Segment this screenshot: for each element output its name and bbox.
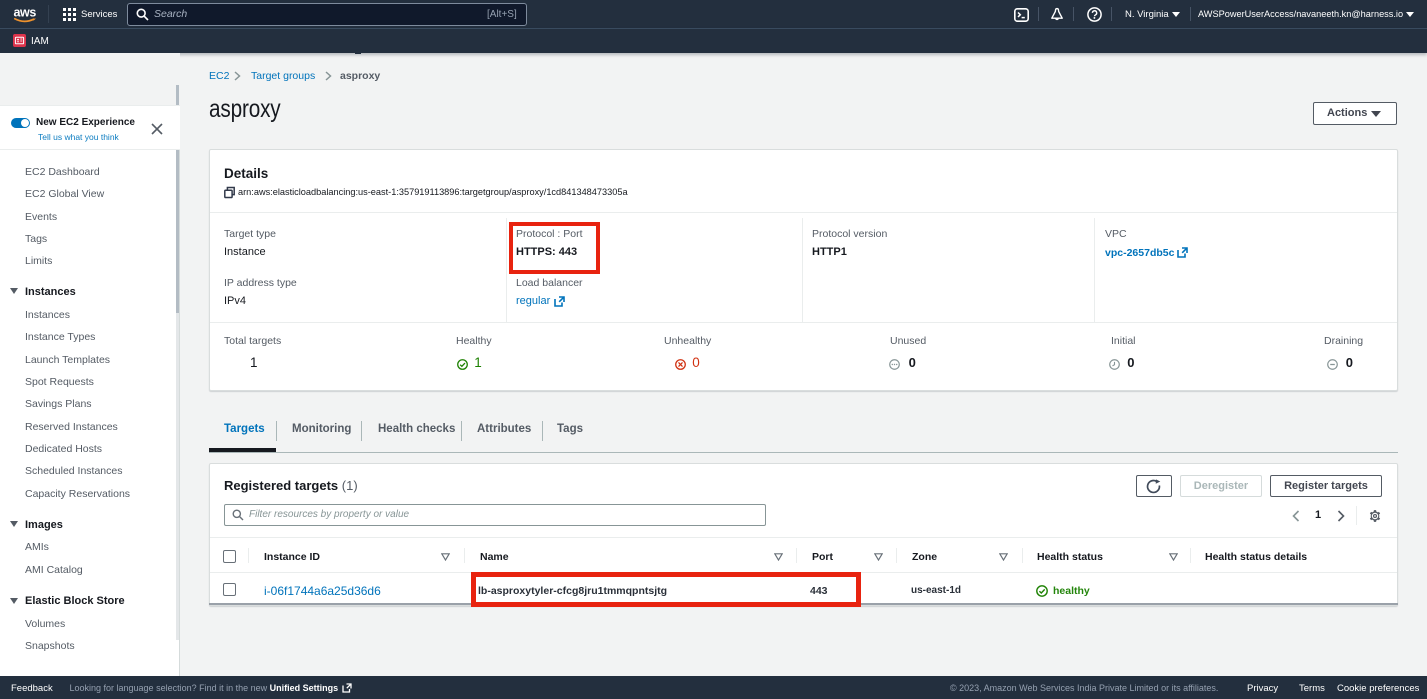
svg-text:aws: aws [14, 6, 37, 20]
